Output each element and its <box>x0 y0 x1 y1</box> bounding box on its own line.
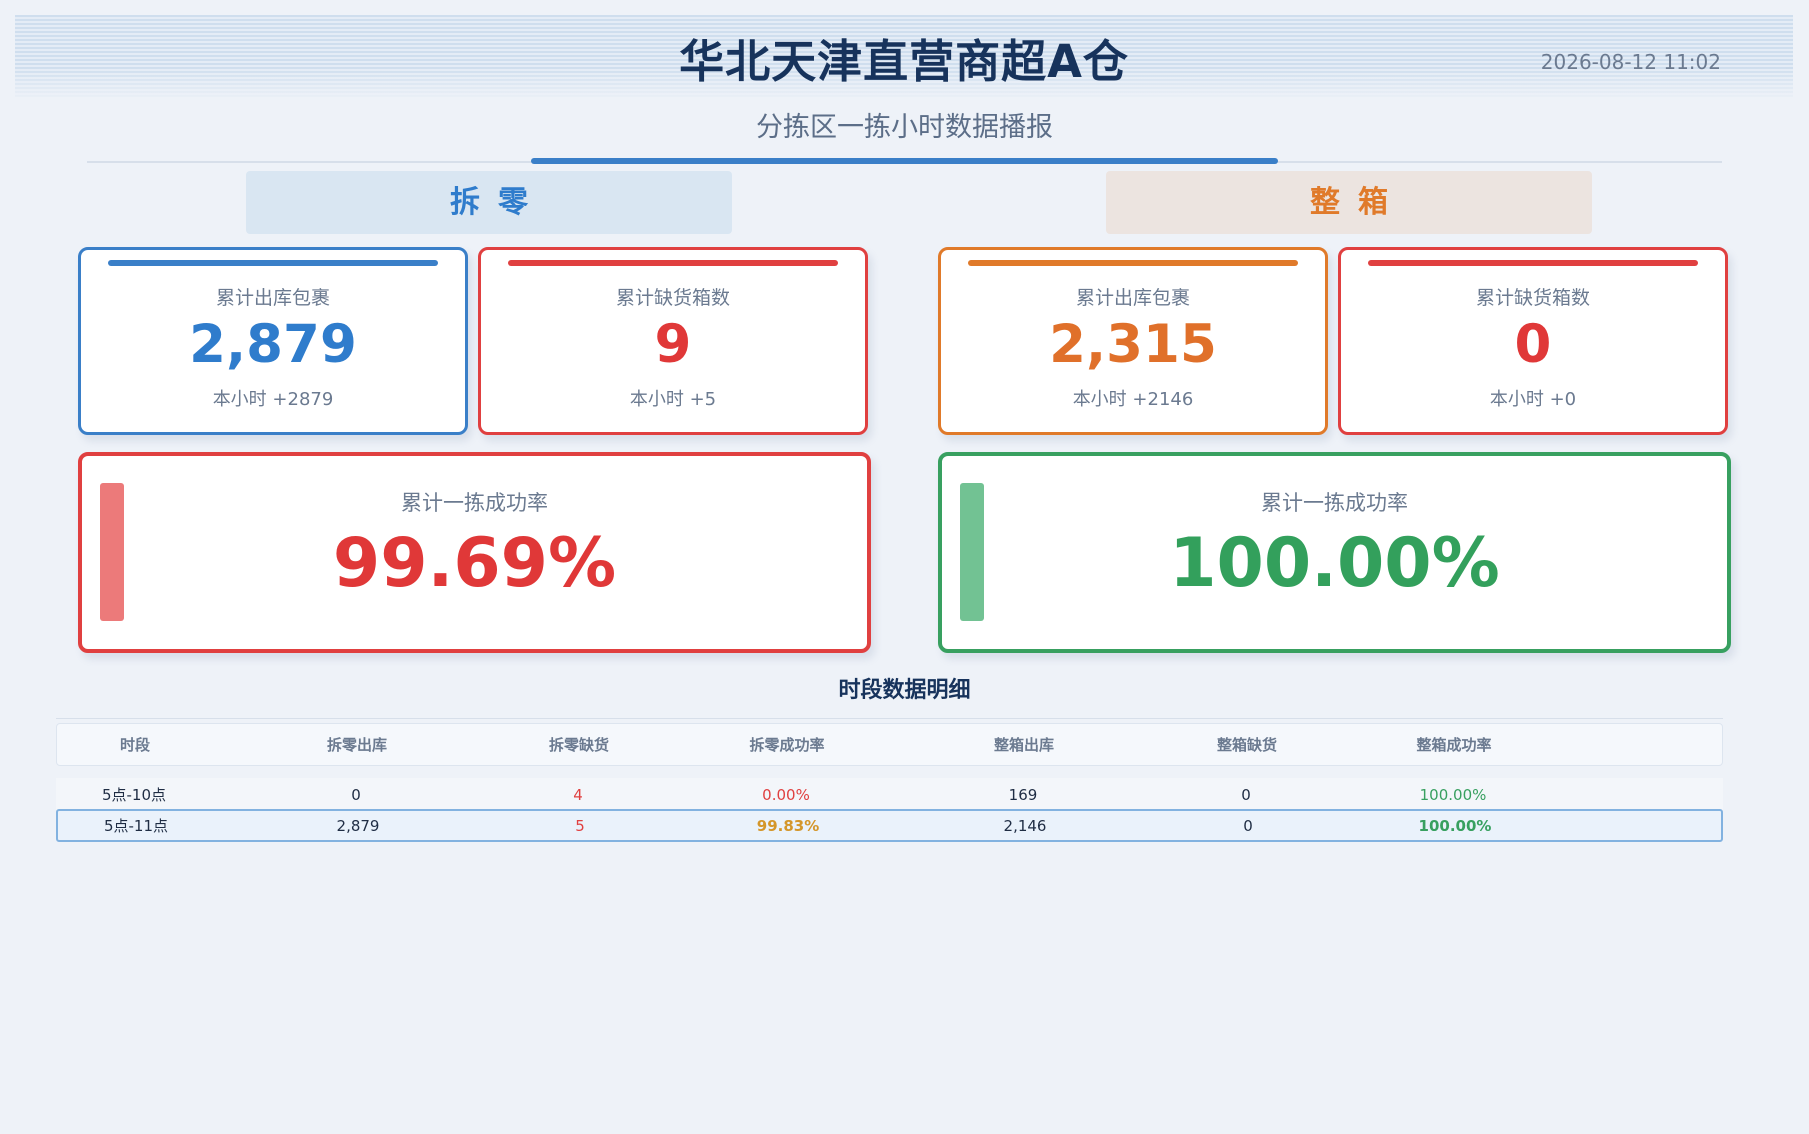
table-cell-whole-shortage: 0 <box>1241 785 1251 804</box>
table-header-cell: 拆零缺货 <box>548 736 610 754</box>
rate-label: 累计一拣成功率 <box>401 491 548 515</box>
table-header-cell: 整箱成功率 <box>1416 736 1492 754</box>
split-rate-card: 累计一拣成功率 99.69% <box>78 452 871 653</box>
table-title: 时段数据明细 <box>838 678 971 703</box>
whole-outbound-card: 累计出库包裹 2,315 本小时 +2146 <box>938 247 1328 435</box>
table-cell-split-shortage: 5 <box>575 816 585 835</box>
subtitle-divider-accent <box>531 158 1278 164</box>
whole-shortage-card: 累计缺货箱数 0 本小时 +0 <box>1338 247 1728 435</box>
page-title: 华北天津直营商超A仓 <box>679 35 1129 88</box>
split-outbound-card: 累计出库包裹 2,879 本小时 +2879 <box>78 247 468 435</box>
table-cell-whole-shortage: 0 <box>1243 816 1253 835</box>
card-label: 累计缺货箱数 <box>1475 287 1590 309</box>
table-header-cell: 拆零成功率 <box>749 736 825 754</box>
table-cell-split-outbound: 2,879 <box>336 816 380 835</box>
split-shortage-card: 累计缺货箱数 9 本小时 +5 <box>478 247 868 435</box>
card-sub: 本小时 +5 <box>629 389 717 410</box>
table-row-selected[interactable]: 5点-11点 2,879 5 99.83% 2,146 0 100.00% <box>56 809 1723 842</box>
table-header-cell: 整箱缺货 <box>1216 736 1278 754</box>
table-title-divider <box>56 718 1723 719</box>
table-header-cell: 整箱出库 <box>993 736 1055 754</box>
section-label-whole: 整箱 <box>1106 171 1592 234</box>
table-cell-split-rate: 99.83% <box>756 816 820 835</box>
table-header: 时段 拆零出库 拆零缺货 拆零成功率 整箱出库 整箱缺货 整箱成功率 <box>56 723 1723 766</box>
header-banner: 华北天津直营商超A仓 2026-08-12 11:02 <box>15 15 1793 97</box>
table-cell-whole-rate: 100.00% <box>1419 785 1487 804</box>
section-label-split-text: 拆零 <box>450 185 546 220</box>
card-sub: 本小时 +2879 <box>212 389 334 410</box>
rate-label: 累计一拣成功率 <box>1261 491 1408 515</box>
card-sub: 本小时 +2146 <box>1072 389 1194 410</box>
table-header-cell: 拆零出库 <box>326 736 388 754</box>
table-header-cell: 时段 <box>119 736 151 754</box>
card-accent-bar <box>508 260 838 266</box>
table-row[interactable]: 5点-10点 0 4 0.00% 169 0 100.00% <box>56 778 1723 811</box>
table-cell-period: 5点-11点 <box>103 817 169 835</box>
rate-value: 99.69% <box>332 524 617 603</box>
rate-value: 100.00% <box>1169 524 1500 603</box>
card-value: 2,315 <box>1049 314 1217 375</box>
table-cell-split-rate: 0.00% <box>762 785 810 804</box>
table-cell-whole-outbound: 169 <box>1008 785 1038 804</box>
card-sub: 本小时 +0 <box>1489 389 1577 410</box>
card-label: 累计出库包裹 <box>1075 287 1190 309</box>
table-cell-split-shortage: 4 <box>573 785 583 804</box>
table-cell-period: 5点-10点 <box>101 786 167 804</box>
table-cell-whole-rate: 100.00% <box>1418 816 1492 835</box>
card-label: 累计出库包裹 <box>215 287 330 309</box>
section-label-split: 拆零 <box>246 171 732 234</box>
card-value: 2,879 <box>189 314 357 375</box>
card-accent-bar <box>968 260 1298 266</box>
table-cell-whole-outbound: 2,146 <box>1003 816 1047 835</box>
card-value: 0 <box>1514 314 1552 375</box>
page-subtitle: 分拣区一拣小时数据播报 <box>756 112 1053 143</box>
whole-rate-card: 累计一拣成功率 100.00% <box>938 452 1731 653</box>
card-accent-bar <box>108 260 438 266</box>
section-label-whole-text: 整箱 <box>1310 185 1406 220</box>
datetime-display: 2026-08-12 11:02 <box>1540 50 1721 74</box>
table-cell-split-outbound: 0 <box>351 785 361 804</box>
card-label: 累计缺货箱数 <box>615 287 730 309</box>
card-value: 9 <box>654 314 692 375</box>
card-accent-bar <box>1368 260 1698 266</box>
